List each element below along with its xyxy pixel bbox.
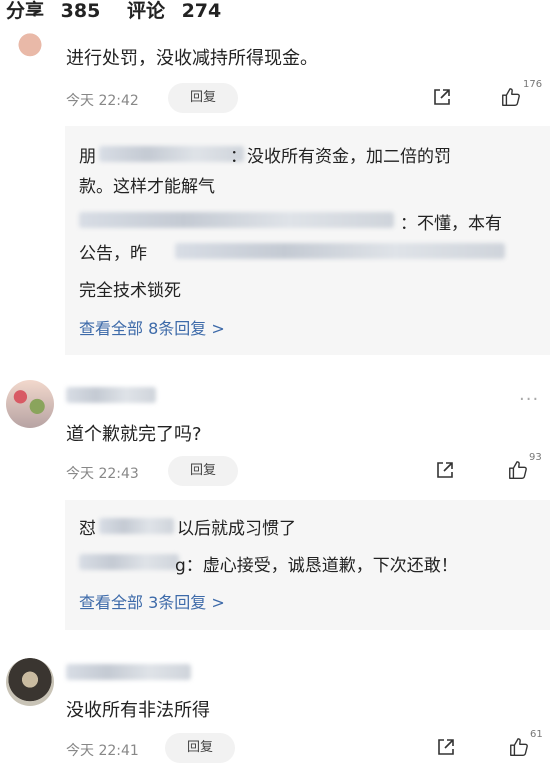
view-all-replies-link[interactable]: 查看全部 8条回复 > <box>79 315 225 339</box>
reply-author[interactable]: 朋 <box>79 142 96 167</box>
reply-text: ：没收所有资金，加二倍的罚 <box>230 147 451 167</box>
comment-time: 今天 22:41 <box>66 743 139 759</box>
like-count: 176 <box>523 79 543 90</box>
comment-label: 评论 274 <box>126 0 222 22</box>
reply-thread: 朋 ：没收所有资金，加二倍的罚 款。这样才能解气 ：不懂，本有 公告，昨 完全技… <box>65 126 550 355</box>
reply-text: ：不懂，本有 <box>400 214 502 234</box>
comment-stats-header: 分享 385 评论 274 <box>0 0 555 26</box>
comment-time: 今天 22:42 <box>66 93 139 109</box>
reply-author[interactable]: 怼 <box>79 514 96 539</box>
share-icon[interactable] <box>435 460 455 480</box>
thumbs-up-icon[interactable] <box>507 459 529 481</box>
avatar[interactable] <box>6 658 54 706</box>
avatar[interactable] <box>6 16 54 64</box>
reply-text: g：虚心接受，诚恳道歉，下次还敢！ <box>175 556 458 576</box>
share-icon[interactable] <box>436 737 456 757</box>
comment-text: 道个歉就完了吗? <box>66 424 202 445</box>
like-count: 93 <box>529 452 542 463</box>
like-count: 61 <box>530 729 543 740</box>
view-all-replies-link[interactable]: 查看全部 3条回复 > <box>79 589 225 613</box>
avatar[interactable] <box>6 380 54 428</box>
reply-text: 款。这样才能解气 <box>79 177 215 197</box>
reply-button[interactable]: 回复 <box>165 733 235 763</box>
comment-time: 今天 22:43 <box>66 466 139 482</box>
reply-text: 以后就成习惯了 <box>177 519 296 539</box>
reply-text: 公告，昨 <box>79 244 147 264</box>
share-icon[interactable] <box>432 87 452 107</box>
comment-text: 没收所有非法所得 <box>66 700 210 721</box>
reply-text: 完全技术锁死 <box>79 281 181 301</box>
comment-text: 进行处罚，没收减持所得现金。 <box>66 48 318 69</box>
thumbs-up-icon[interactable] <box>508 736 530 758</box>
reply-thread: 怼 以后就成习惯了 g：虚心接受，诚恳道歉，下次还敢！ 查看全部 3条回复 > <box>65 500 550 630</box>
reply-button[interactable]: 回复 <box>168 456 238 486</box>
reply-button[interactable]: 回复 <box>168 83 238 113</box>
thumbs-up-icon[interactable] <box>500 86 522 108</box>
more-icon[interactable]: ... <box>519 384 539 405</box>
